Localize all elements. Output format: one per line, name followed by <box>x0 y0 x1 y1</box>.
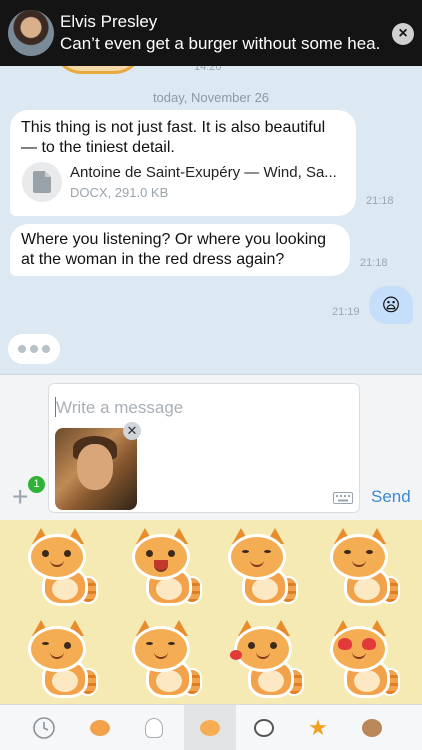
typing-indicator <box>8 334 60 364</box>
close-icon[interactable]: × <box>392 23 414 45</box>
cat-sticker[interactable] <box>226 620 306 700</box>
attached-image-thumbnail[interactable] <box>55 428 137 510</box>
file-attachment[interactable]: Antoine de Saint-Exupéry — Wind, Sa... D… <box>22 160 342 204</box>
cat-sticker[interactable] <box>20 620 100 700</box>
attach-plus-icon[interactable]: + <box>12 481 28 513</box>
file-name: Antoine de Saint-Exupéry — Wind, Sa... <box>70 164 337 181</box>
typing-dot <box>30 345 38 353</box>
message-text: Where you listening? Or where you lookin… <box>21 231 327 268</box>
dog-pack-icon[interactable] <box>238 705 290 750</box>
cat-sticker[interactable] <box>322 620 402 700</box>
typing-dot <box>42 345 50 353</box>
cat-sticker[interactable] <box>124 620 204 700</box>
file-meta: DOCX, 291.0 KB <box>70 185 169 200</box>
monkey-pack-icon[interactable] <box>346 705 398 750</box>
message-placeholder: Write a message <box>56 398 184 417</box>
cat-sticker[interactable] <box>20 528 100 608</box>
message-time: 21:18 <box>360 257 388 269</box>
date-separator: today, November 26 <box>152 90 270 105</box>
incoming-message-with-file[interactable]: This thing is not just fast. It is also … <box>10 110 356 216</box>
image-content <box>77 444 113 490</box>
star-pack-icon[interactable]: ★ <box>292 705 344 750</box>
keyboard-icon[interactable] <box>333 492 353 504</box>
notification-banner[interactable]: Elvis Presley Can’t even get a burger wi… <box>0 0 422 66</box>
message-text: This thing is not just fast. It is also … <box>21 119 326 156</box>
message-input[interactable]: Write a message ✕ <box>48 383 360 513</box>
notification-sender: Elvis Presley <box>60 12 158 31</box>
composer-bar: + 1 Write a message ✕ Send <box>0 374 422 520</box>
cat-sticker[interactable] <box>322 528 402 608</box>
message-time: 21:19 <box>332 306 360 318</box>
frowning-face-emoji: 😦 <box>381 295 401 315</box>
send-button[interactable]: Send <box>371 487 411 507</box>
outgoing-emoji-message[interactable]: 😦 <box>369 286 413 324</box>
message-time: 21:18 <box>366 195 394 207</box>
recent-icon[interactable] <box>18 705 70 750</box>
remove-attachment-icon[interactable]: ✕ <box>123 422 141 440</box>
attach-count-badge: 1 <box>28 476 45 493</box>
cat-sticker[interactable] <box>124 528 204 608</box>
sticker-panel <box>0 520 422 704</box>
sticker-pack-tabs: ★ <box>0 704 422 750</box>
typing-dot <box>18 345 26 353</box>
cat-pack-2-icon[interactable] <box>184 705 236 750</box>
cat-pack-1-icon[interactable] <box>74 705 126 750</box>
ghost-pack-icon[interactable] <box>128 705 180 750</box>
cat-sticker[interactable] <box>220 528 300 608</box>
notification-preview: Can’t even get a burger without some hea… <box>60 34 380 53</box>
sender-avatar <box>8 10 54 56</box>
document-icon <box>22 162 62 202</box>
incoming-message[interactable]: Where you listening? Or where you lookin… <box>10 224 350 276</box>
